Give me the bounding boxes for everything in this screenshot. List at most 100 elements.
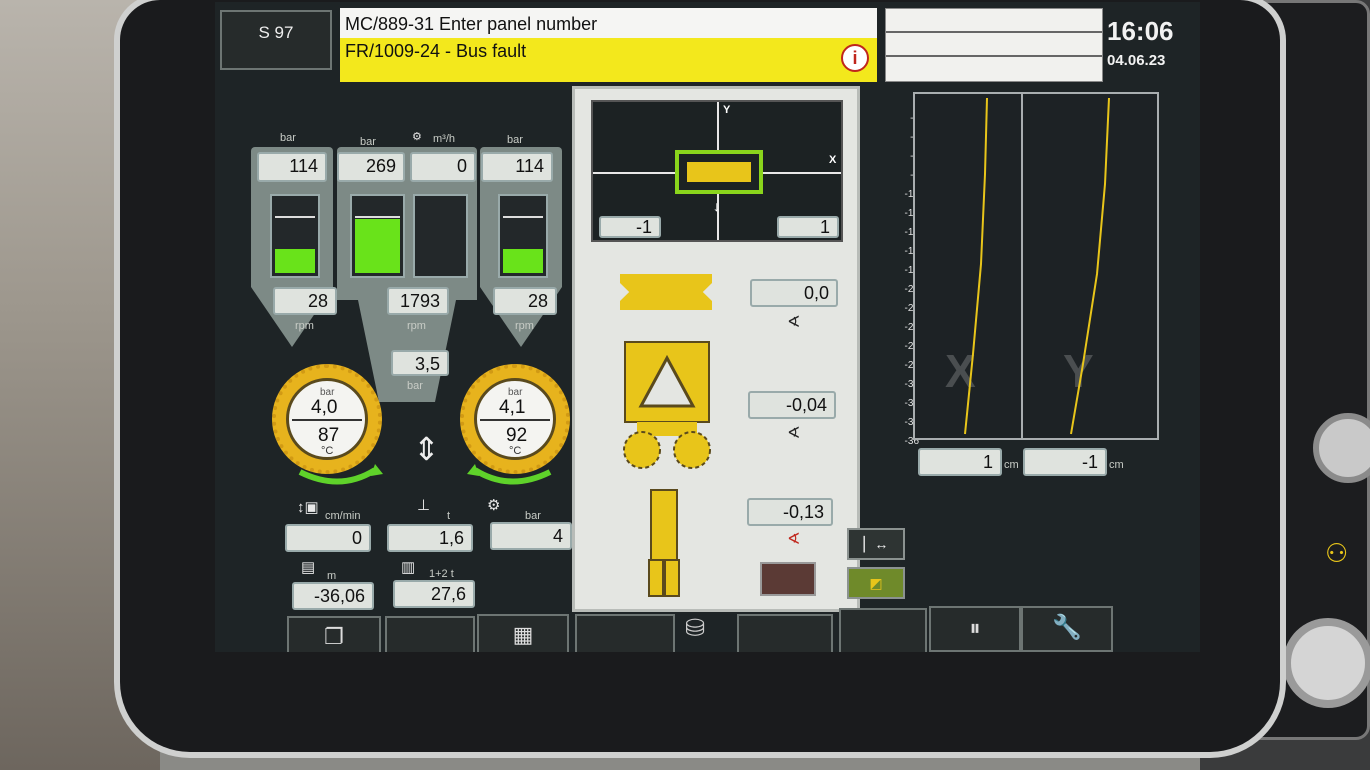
pause-button[interactable]: ⏸ [929,606,1021,652]
sensor-button[interactable]: ◩ [847,567,905,599]
pages-button[interactable]: ❐ [287,616,381,652]
station-label: S 97 [258,23,294,42]
weight-icon: ▥ [401,559,416,576]
wrench-icon: 🔧 [1052,614,1082,641]
level-mark-left [275,216,315,218]
vertical-arrows-icon: ⇕ [413,431,440,467]
cutter-left-unit-t: °C [321,445,334,457]
rotation-arrow-right-icon [467,464,552,485]
rotary-knob-top[interactable] [1313,413,1370,483]
message-slot-2 [886,33,1102,57]
message-line-1: MC/889-31 Enter panel number [340,8,877,40]
pause-icon: ⏸ [969,615,981,640]
cutter-face-right: bar 4,1 92 °C [474,378,556,460]
grid-button[interactable]: ▦ [477,614,569,652]
weight-value: 27,6 [393,580,475,608]
message-text-1: MC/889-31 Enter panel number [345,14,598,34]
pressure-mid: 269 [337,152,405,182]
unit-rpm-left: rpm [295,320,314,332]
rpm-right: 28 [493,287,557,315]
deviation-x-value: 1 [918,448,1002,476]
pressure-left: 114 [257,152,327,182]
rotation-arrow-left-icon [298,464,383,485]
depth-unit: m [327,570,337,582]
deviation-chart-y: Y [1021,92,1159,440]
softkey-2[interactable] [385,616,475,652]
deviation-trace-y [1070,97,1110,435]
message-slot-1 [886,9,1102,33]
clock-time: 16:06 [1107,16,1174,46]
cutter-right-divider [480,419,550,421]
level-fill-left [275,249,315,273]
status-indicator-box [760,562,816,596]
level-mark-right [503,216,543,218]
angle-icon-2: ∢ [787,425,801,442]
rpm-left: 28 [273,287,337,315]
angle-icon-1: ∢ [787,314,801,331]
depth-icon: ▤ [301,559,316,576]
depth-value: -36,06 [292,582,374,610]
unit-rpm-mid: rpm [407,320,426,332]
x-right-value: 1 [777,216,839,238]
load-icon: ⊥ [417,497,431,514]
angle-value-2: -0,04 [748,391,836,419]
clock-date: 04.06.23 [1107,52,1166,69]
unit-cm-y: cm [1109,459,1124,471]
axis-x-label: X [829,154,837,166]
unit-rpm-right: rpm [515,320,534,332]
level-gauge-right [498,194,548,278]
flow-value: 0 [410,152,476,182]
down-arrow-icon: ↓ [713,198,720,214]
speed-icon: ↕▣ [297,499,319,516]
softkey-5[interactable] [737,614,833,652]
pump-icon: ⚙ [487,497,501,514]
speed-unit: cm/min [325,510,361,522]
message-slots [885,8,1103,82]
xy-position-view: Y X ↓ -1 1 [591,100,843,242]
cutter-face-left: bar 4,0 87 °C [286,378,368,460]
cutter-outline-icon [687,162,751,182]
rotary-knob-bottom[interactable] [1283,618,1370,708]
station-button[interactable]: S 97 [220,10,332,70]
rpm-mid: 1793 [387,287,449,315]
spread-icon: ▏↔ [863,536,889,552]
cutter-right-pressure: 4,1 [499,397,526,418]
pages-icon: ❐ [324,624,344,649]
softkey-6[interactable] [839,608,927,652]
cutter-left-pressure: 4,0 [311,397,338,418]
spread-button[interactable]: ▏↔ [847,528,905,560]
unit-flow: m³/h [433,133,455,145]
cutter-frame-icon [623,341,711,469]
speed-value: 0 [285,524,371,552]
settings-button[interactable]: 🔧 [1021,606,1113,652]
cutter-left-divider [292,419,362,421]
glasses-icon: ⚇ [1325,538,1349,568]
mid-bar-value: 3,5 [391,350,449,376]
hmi-screen: S 97 MC/889-31 Enter panel number FR/100… [215,2,1200,652]
unit-bar-mid-lower: bar [407,380,423,392]
level-mark-mid [355,216,400,218]
cutter-left-temp: 87 [318,425,340,446]
alarm-line[interactable]: FR/1009-24 - Bus fault i [340,38,877,82]
level-gauge-left [270,194,320,278]
level-gauge-mid [350,194,405,278]
softkey-4[interactable] [575,614,675,652]
cutter-right-temp: 92 [506,425,528,446]
axis-y-label: Y [723,104,731,116]
info-icon[interactable]: i [841,44,869,72]
weight-label: 1+2 t [429,568,454,580]
cutter-wheel-right: bar 4,1 92 °C [460,364,570,474]
level-fill-right [503,249,543,273]
unit-bar-mid: bar [360,136,376,148]
cutter-position-box [675,150,763,194]
unit-bar-right: bar [507,134,523,146]
load-value: 1,6 [387,524,473,552]
angle-value-1: 0,0 [750,279,838,307]
deviation-y-value: -1 [1023,448,1107,476]
pump-unit: bar [525,510,541,522]
sensor-icon: ◩ [869,575,883,591]
pressure-right: 114 [481,152,553,182]
unit-bar-left: bar [280,132,296,144]
level-fill-mid [355,219,400,273]
database-icon: ⛁ [685,615,706,642]
